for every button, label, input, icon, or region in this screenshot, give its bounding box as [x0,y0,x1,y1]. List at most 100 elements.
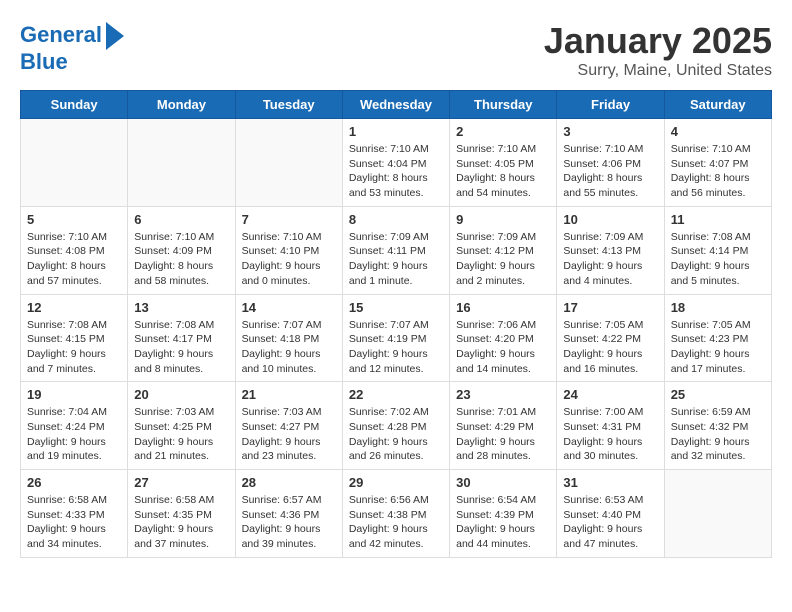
subtitle: Surry, Maine, United States [544,62,772,80]
calendar-week-row: 19Sunrise: 7:04 AM Sunset: 4:24 PM Dayli… [21,382,772,470]
calendar-day-cell: 15 Sunrise: 7:07 AM Sunset: 4:19 PM Dayli… [342,294,449,382]
day-detail: Sunrise: 7:06 AM Sunset: 4:20 PM Dayligh… [456,318,550,377]
calendar-day-cell: 29 Sunrise: 6:56 AM Sunset: 4:38 PM Dayli… [342,470,449,558]
calendar-day-cell: 17 Sunrise: 7:05 AM Sunset: 4:22 PM Dayli… [557,294,664,382]
day-detail: Sunrise: 7:10 AM Sunset: 4:06 PM Dayligh… [563,142,657,201]
calendar-day-cell: 26Sunrise: 6:58 AM Sunset: 4:33 PM Dayli… [21,470,128,558]
day-number: 15 [349,300,443,315]
day-number: 1 [349,124,443,139]
calendar-day-cell: 24 Sunrise: 7:00 AM Sunset: 4:31 PM Dayli… [557,382,664,470]
day-detail: Sunrise: 6:59 AM Sunset: 4:32 PM Dayligh… [671,405,765,464]
day-detail: Sunrise: 7:10 AM Sunset: 4:09 PM Dayligh… [134,230,228,289]
calendar-day-cell: 12 Sunrise: 7:08 AM Sunset: 4:15 PM Dayli… [21,294,128,382]
calendar-day-cell: 30 Sunrise: 6:54 AM Sunset: 4:39 PM Dayli… [450,470,557,558]
calendar-day-cell: 3 Sunrise: 7:10 AM Sunset: 4:06 PM Daylig… [557,119,664,207]
day-detail: Sunrise: 7:07 AM Sunset: 4:19 PM Dayligh… [349,318,443,377]
day-number: 14 [242,300,336,315]
day-detail: Sunrise: 7:08 AM Sunset: 4:15 PM Dayligh… [27,318,121,377]
day-number: 27 [134,475,228,490]
day-detail: Sunrise: 6:57 AM Sunset: 4:36 PM Dayligh… [242,493,336,552]
day-number: 3 [563,124,657,139]
day-number: 10 [563,212,657,227]
day-number: 7 [242,212,336,227]
calendar-day-cell: 8 Sunrise: 7:09 AM Sunset: 4:11 PM Daylig… [342,206,449,294]
calendar-day-cell [128,119,235,207]
day-detail: Sunrise: 7:03 AM Sunset: 4:25 PM Dayligh… [134,405,228,464]
day-detail: Sunrise: 7:00 AM Sunset: 4:31 PM Dayligh… [563,405,657,464]
day-number: 16 [456,300,550,315]
day-detail: Sunrise: 7:10 AM Sunset: 4:05 PM Dayligh… [456,142,550,201]
day-detail: Sunrise: 7:10 AM Sunset: 4:10 PM Dayligh… [242,230,336,289]
calendar-day-cell: 1 Sunrise: 7:10 AM Sunset: 4:04 PM Daylig… [342,119,449,207]
calendar-day-cell: 9 Sunrise: 7:09 AM Sunset: 4:12 PM Daylig… [450,206,557,294]
day-detail: Sunrise: 7:04 AM Sunset: 4:24 PM Dayligh… [27,405,121,464]
page-header: General Blue January 2025 Surry, Maine, … [20,20,772,80]
calendar-day-cell: 6Sunrise: 7:10 AM Sunset: 4:09 PM Daylig… [128,206,235,294]
day-detail: Sunrise: 7:05 AM Sunset: 4:23 PM Dayligh… [671,318,765,377]
day-detail: Sunrise: 7:09 AM Sunset: 4:12 PM Dayligh… [456,230,550,289]
day-detail: Sunrise: 6:54 AM Sunset: 4:39 PM Dayligh… [456,493,550,552]
day-detail: Sunrise: 6:58 AM Sunset: 4:35 PM Dayligh… [134,493,228,552]
day-number: 5 [27,212,121,227]
day-number: 17 [563,300,657,315]
main-title: January 2025 [544,20,772,62]
calendar-day-cell: 27 Sunrise: 6:58 AM Sunset: 4:35 PM Dayli… [128,470,235,558]
calendar-day-cell: 7 Sunrise: 7:10 AM Sunset: 4:10 PM Daylig… [235,206,342,294]
calendar-day-cell: 23 Sunrise: 7:01 AM Sunset: 4:29 PM Dayli… [450,382,557,470]
day-number: 13 [134,300,228,315]
day-detail: Sunrise: 7:10 AM Sunset: 4:08 PM Dayligh… [27,230,121,289]
day-number: 23 [456,387,550,402]
calendar-day-cell: 25 Sunrise: 6:59 AM Sunset: 4:32 PM Dayli… [664,382,771,470]
calendar-day-cell: 18 Sunrise: 7:05 AM Sunset: 4:23 PM Dayli… [664,294,771,382]
calendar-day-cell: 22 Sunrise: 7:02 AM Sunset: 4:28 PM Dayli… [342,382,449,470]
logo-text-line1: General [20,23,102,47]
calendar-table: SundayMondayTuesdayWednesdayThursdayFrid… [20,90,772,558]
day-number: 9 [456,212,550,227]
calendar-day-cell: 31Sunrise: 6:53 AM Sunset: 4:40 PM Dayli… [557,470,664,558]
calendar-week-row: 26Sunrise: 6:58 AM Sunset: 4:33 PM Dayli… [21,470,772,558]
day-number: 21 [242,387,336,402]
weekday-header-cell: Saturday [664,91,771,119]
calendar-day-cell: 28Sunrise: 6:57 AM Sunset: 4:36 PM Dayli… [235,470,342,558]
weekday-header-cell: Monday [128,91,235,119]
day-detail: Sunrise: 7:07 AM Sunset: 4:18 PM Dayligh… [242,318,336,377]
calendar-week-row: 12 Sunrise: 7:08 AM Sunset: 4:15 PM Dayli… [21,294,772,382]
calendar-day-cell: 11 Sunrise: 7:08 AM Sunset: 4:14 PM Dayli… [664,206,771,294]
day-number: 18 [671,300,765,315]
day-detail: Sunrise: 7:05 AM Sunset: 4:22 PM Dayligh… [563,318,657,377]
calendar-day-cell: 20 Sunrise: 7:03 AM Sunset: 4:25 PM Dayli… [128,382,235,470]
day-detail: Sunrise: 7:10 AM Sunset: 4:07 PM Dayligh… [671,142,765,201]
day-detail: Sunrise: 7:09 AM Sunset: 4:11 PM Dayligh… [349,230,443,289]
day-number: 20 [134,387,228,402]
day-number: 25 [671,387,765,402]
day-number: 22 [349,387,443,402]
day-number: 30 [456,475,550,490]
weekday-header-cell: Thursday [450,91,557,119]
day-detail: Sunrise: 7:02 AM Sunset: 4:28 PM Dayligh… [349,405,443,464]
calendar-day-cell: 13Sunrise: 7:08 AM Sunset: 4:17 PM Dayli… [128,294,235,382]
weekday-header-cell: Sunday [21,91,128,119]
calendar-day-cell: 19Sunrise: 7:04 AM Sunset: 4:24 PM Dayli… [21,382,128,470]
day-number: 11 [671,212,765,227]
calendar-day-cell: 16 Sunrise: 7:06 AM Sunset: 4:20 PM Dayli… [450,294,557,382]
day-number: 8 [349,212,443,227]
day-detail: Sunrise: 7:01 AM Sunset: 4:29 PM Dayligh… [456,405,550,464]
calendar-day-cell: 5 Sunrise: 7:10 AM Sunset: 4:08 PM Daylig… [21,206,128,294]
day-number: 12 [27,300,121,315]
calendar-day-cell: 2 Sunrise: 7:10 AM Sunset: 4:05 PM Daylig… [450,119,557,207]
day-detail: Sunrise: 7:10 AM Sunset: 4:04 PM Dayligh… [349,142,443,201]
calendar-day-cell: 10 Sunrise: 7:09 AM Sunset: 4:13 PM Dayli… [557,206,664,294]
day-detail: Sunrise: 7:08 AM Sunset: 4:14 PM Dayligh… [671,230,765,289]
day-number: 2 [456,124,550,139]
calendar-day-cell [664,470,771,558]
title-block: January 2025 Surry, Maine, United States [544,20,772,80]
day-detail: Sunrise: 6:56 AM Sunset: 4:38 PM Dayligh… [349,493,443,552]
day-number: 4 [671,124,765,139]
calendar-day-cell [235,119,342,207]
day-number: 24 [563,387,657,402]
day-number: 29 [349,475,443,490]
day-number: 31 [563,475,657,490]
calendar-day-cell: 4 Sunrise: 7:10 AM Sunset: 4:07 PM Daylig… [664,119,771,207]
day-detail: Sunrise: 7:09 AM Sunset: 4:13 PM Dayligh… [563,230,657,289]
logo: General Blue [20,20,124,74]
